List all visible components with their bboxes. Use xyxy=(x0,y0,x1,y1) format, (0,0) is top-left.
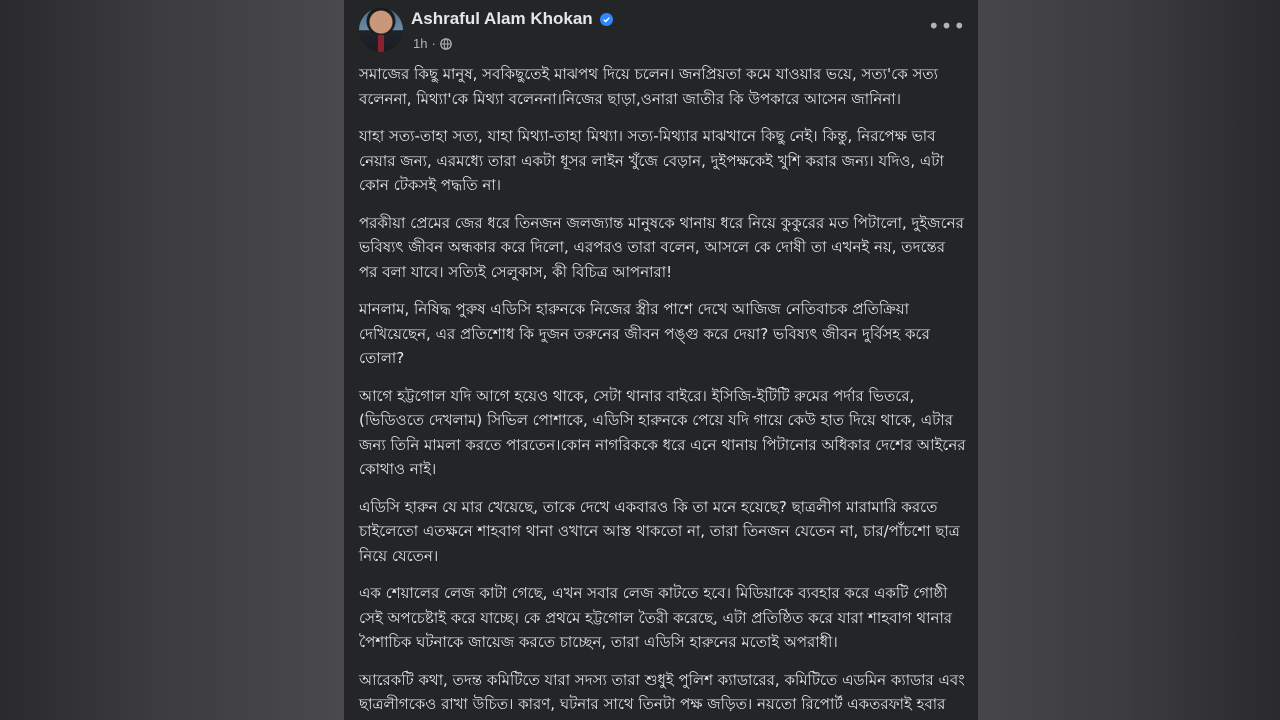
post-paragraph: আগে হট্টগোল যদি আগে হয়েও থাকে, সেটা থান… xyxy=(359,386,966,479)
facebook-post: Ashraful Alam Khokan 1h · ••• সমাজের কিছ… xyxy=(344,0,978,720)
post-meta: 1h · xyxy=(413,36,452,51)
post-paragraph: সমাজের কিছু মানুষ, সবকিছুতেই মাঝপথ দিয়ে… xyxy=(359,65,939,108)
avatar[interactable] xyxy=(359,8,403,52)
post-paragraph: পরকীয়া প্রেমের জের ধরে তিনজন জলজ্যান্ত … xyxy=(359,213,964,281)
post-paragraph: এডিসি হারুন যে মার খেয়েছে, তাকে দেখে এক… xyxy=(359,497,960,565)
author-name[interactable]: Ashraful Alam Khokan xyxy=(411,9,593,29)
post-time[interactable]: 1h xyxy=(413,36,427,51)
post-body: সমাজের কিছু মানুষ, সবকিছুতেই মাঝপথ দিয়ে… xyxy=(359,62,966,720)
post-paragraph: মানলাম, নিষিদ্ধ পুরুষ এডিসি হারুনকে নিজে… xyxy=(359,300,930,367)
author-row: Ashraful Alam Khokan xyxy=(411,9,613,29)
more-options-icon[interactable]: ••• xyxy=(928,14,965,38)
post-header: Ashraful Alam Khokan 1h · ••• xyxy=(359,8,965,54)
post-paragraph: আরেকটি কথা, তদন্ত কমিটিতে যারা সদস্য তার… xyxy=(359,670,965,720)
meta-separator: · xyxy=(431,36,436,51)
post-paragraph: যাহা সত্য-তাহা সত্য, যাহা মিথ্যা-তাহা মি… xyxy=(359,127,944,194)
verified-badge-icon xyxy=(599,12,613,26)
post-paragraph: এক শেয়ালের লেজ কাটা গেছে, এখন সবার লেজ … xyxy=(359,584,953,651)
globe-icon[interactable] xyxy=(440,37,452,50)
